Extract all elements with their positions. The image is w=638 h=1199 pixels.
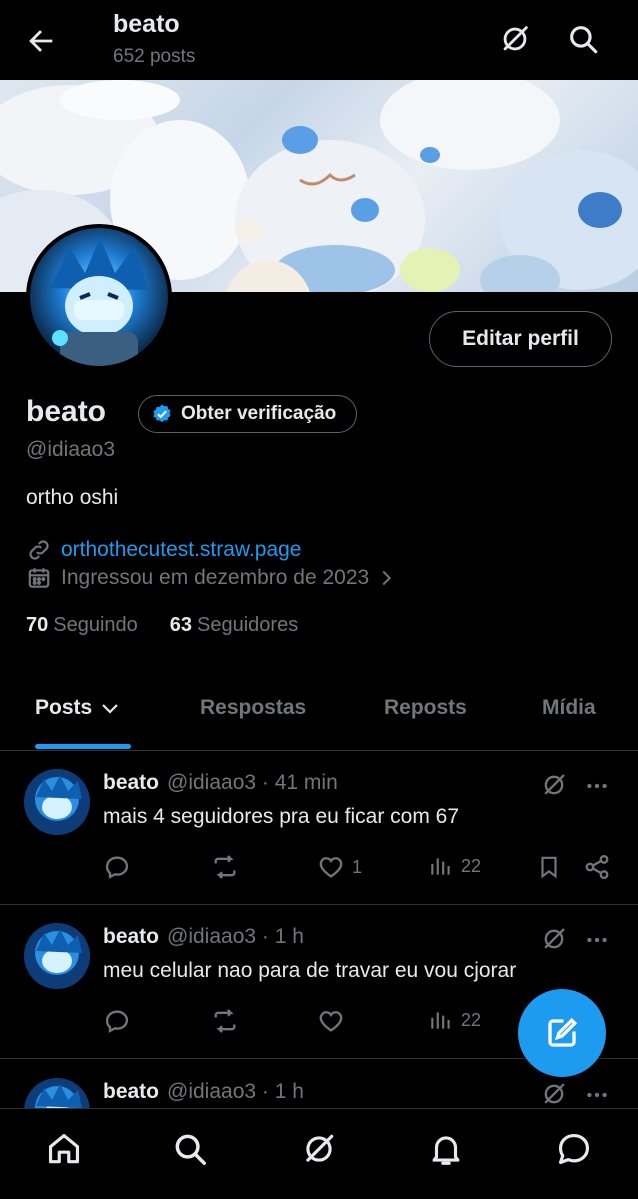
grok-icon[interactable]: [540, 1080, 568, 1110]
tab-posts-label: Posts: [35, 696, 93, 719]
like-button[interactable]: 1: [317, 853, 362, 881]
post-header: beato @idiaao3 · 41 min: [103, 771, 338, 795]
profile-link-row[interactable]: orthothecutest.straw.page: [26, 537, 302, 563]
chevron-down-icon: [102, 704, 118, 714]
compose-button[interactable]: [518, 989, 606, 1077]
views-button[interactable]: 22: [428, 853, 481, 879]
page-title: beato: [113, 10, 180, 38]
arrow-left-icon[interactable]: [24, 24, 58, 58]
bookmark-button[interactable]: [536, 853, 569, 881]
profile-handle: @idiaao3: [26, 438, 116, 461]
post-actions: 1 22: [103, 853, 623, 887]
heart-icon: [319, 1011, 343, 1032]
active-tab-indicator: [35, 744, 131, 749]
compose-icon: [548, 1017, 578, 1047]
post-text: meu celular nao para de travar eu vou cj…: [103, 959, 517, 982]
tab-replies[interactable]: Respostas: [200, 696, 306, 720]
profile-name: beato: [26, 395, 107, 428]
repost-icon: [214, 1009, 236, 1033]
reply-button[interactable]: [103, 1007, 138, 1035]
view-count: 22: [461, 855, 482, 876]
get-verified-button[interactable]: Obter verificação: [138, 395, 358, 433]
bookmark-icon: [541, 856, 557, 879]
grok-icon[interactable]: [299, 1129, 339, 1169]
more-options-icon[interactable]: [583, 773, 611, 799]
get-verified-label: Obter verificação: [181, 403, 337, 424]
link-icon: [29, 540, 49, 560]
profile-link[interactable]: orthothecutest.straw.page: [61, 538, 302, 562]
bottom-navigation: [0, 1108, 638, 1199]
views-icon: [431, 858, 450, 875]
post-author[interactable]: beato: [103, 925, 159, 949]
notifications-icon[interactable]: [426, 1129, 466, 1169]
search-icon[interactable]: [170, 1129, 210, 1169]
grok-icon[interactable]: [540, 771, 568, 799]
post-avatar[interactable]: [24, 769, 90, 835]
calendar-icon: [28, 568, 50, 588]
tab-posts[interactable]: Posts: [35, 696, 122, 720]
like-button[interactable]: [317, 1007, 352, 1035]
repost-button[interactable]: [210, 853, 247, 881]
more-options-icon[interactable]: [583, 1082, 611, 1110]
joined-date: Ingressou em dezembro de 2023: [61, 566, 370, 589]
chevron-right-icon: [382, 570, 392, 586]
joined-row[interactable]: Ingressou em dezembro de 2023: [26, 565, 406, 591]
post-header: beato @idiaao3 · 1 h: [103, 925, 304, 949]
verified-badge-icon: [153, 404, 171, 423]
followers-count: 63: [169, 614, 193, 636]
views-button[interactable]: 22: [428, 1007, 481, 1033]
search-icon[interactable]: [566, 22, 600, 56]
post-meta: @idiaao3 · 1 h: [167, 1080, 304, 1103]
view-count: 22: [461, 1009, 482, 1030]
top-bar: beato 652 posts: [0, 0, 638, 80]
following-label: Seguindo: [53, 614, 138, 636]
post-item[interactable]: beato @idiaao3 · 41 min mais 4 seguidore…: [0, 751, 638, 905]
tab-reposts[interactable]: Reposts: [384, 696, 467, 720]
views-icon: [431, 1012, 450, 1029]
like-count: 1: [352, 856, 363, 877]
repost-icon: [214, 855, 236, 879]
post-header: beato @idiaao3 · 1 h: [103, 1080, 304, 1104]
followers-label: Seguidores: [197, 614, 299, 636]
follow-counts: 70 Seguindo 63 Seguidores: [26, 614, 330, 637]
reply-icon: [105, 1010, 129, 1033]
profile-tabs: Posts Respostas Reposts Mídia: [0, 680, 638, 751]
grok-icon[interactable]: [540, 925, 568, 953]
more-options-icon[interactable]: [583, 927, 611, 953]
reply-icon: [105, 856, 129, 879]
edit-profile-button[interactable]: Editar perfil: [429, 311, 612, 367]
followers-link[interactable]: 63 Seguidores: [170, 614, 298, 637]
grok-icon[interactable]: [498, 22, 532, 56]
tab-media[interactable]: Mídia: [542, 696, 596, 720]
reply-button[interactable]: [103, 853, 138, 881]
post-avatar[interactable]: [24, 1078, 90, 1110]
messages-icon[interactable]: [554, 1129, 594, 1169]
following-link[interactable]: 70 Seguindo: [26, 614, 138, 637]
profile-avatar[interactable]: [26, 224, 172, 370]
post-count: 652 posts: [113, 46, 196, 67]
home-icon[interactable]: [44, 1129, 84, 1169]
share-icon: [585, 854, 609, 880]
post-meta: @idiaao3 · 1 h: [167, 925, 304, 948]
heart-icon: [319, 857, 343, 878]
post-author[interactable]: beato: [103, 771, 159, 795]
post-meta: @idiaao3 · 41 min: [167, 771, 338, 794]
post-text: mais 4 seguidores pra eu ficar com 67: [103, 805, 460, 828]
post-avatar[interactable]: [24, 923, 90, 989]
profile-bio: ortho oshi: [26, 486, 119, 509]
repost-button[interactable]: [210, 1007, 247, 1035]
post-author[interactable]: beato: [103, 1080, 159, 1104]
share-button[interactable]: [583, 853, 618, 881]
following-count: 70: [26, 614, 49, 636]
